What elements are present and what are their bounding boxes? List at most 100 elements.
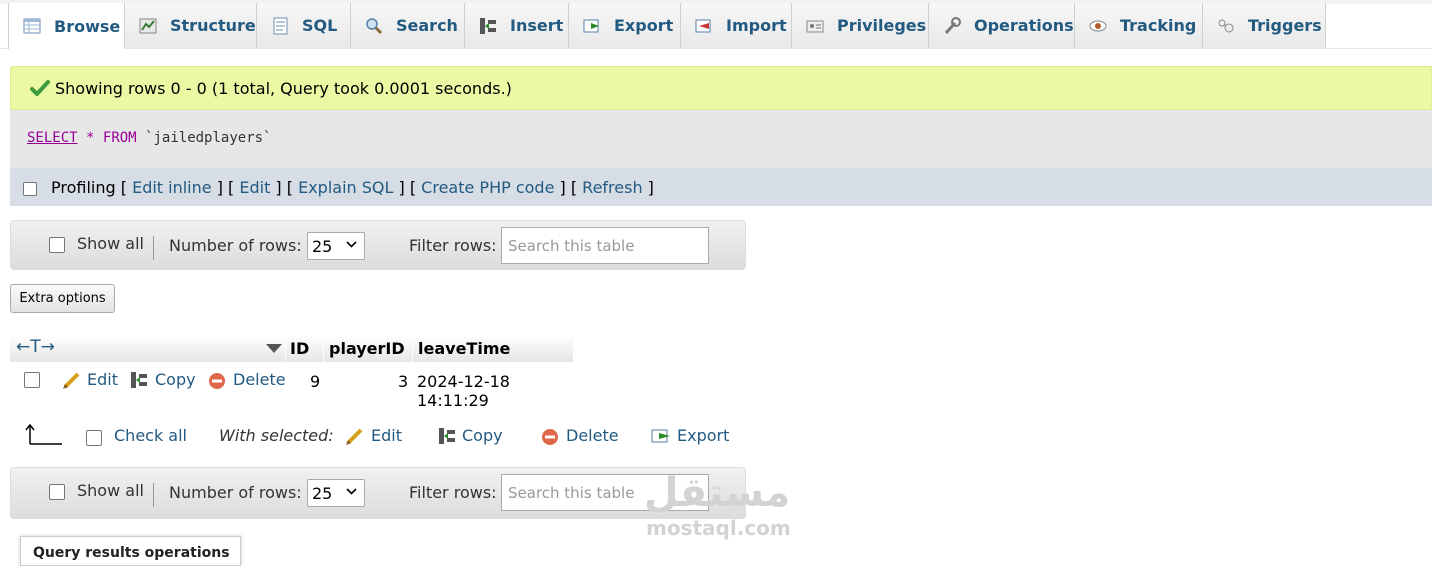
sql-icon: [271, 17, 289, 35]
tab-structure[interactable]: Structure: [125, 3, 257, 48]
profiling-checkbox[interactable]: [23, 182, 37, 196]
watermark-arabic: مستقل: [643, 470, 791, 516]
check-all-checkbox[interactable]: [86, 430, 102, 446]
cell-id: 9: [310, 372, 321, 391]
bulk-copy-button[interactable]: Copy: [438, 426, 503, 445]
watermark-latin: mostaql.com: [646, 516, 791, 540]
bracket: [: [115, 177, 133, 197]
tab-browse[interactable]: Browse: [8, 3, 125, 49]
edit-link[interactable]: Edit: [239, 178, 270, 197]
check-icon: [30, 80, 50, 96]
search-icon: [365, 17, 383, 35]
sql-query-box: SELECT * FROM `jailedplayers`: [10, 110, 1432, 168]
tab-triggers[interactable]: Triggers: [1203, 3, 1326, 48]
wrench-icon: [943, 16, 961, 35]
delete-icon: [209, 372, 225, 389]
tab-export[interactable]: Export: [569, 3, 681, 48]
table-row: Edit Copy Delete 9 3 2024-12-18 14:11:29: [10, 362, 573, 410]
cell-leavetime: 2024-12-18 14:11:29: [417, 372, 510, 410]
create-php-code-link[interactable]: Create PHP code: [421, 178, 554, 197]
refresh-link[interactable]: Refresh: [582, 178, 642, 197]
tab-label: Operations: [974, 16, 1074, 35]
success-text: Showing rows 0 - 0 (1 total, Query took …: [55, 78, 512, 98]
edit-label: Edit: [87, 370, 118, 389]
tab-label: Privileges: [837, 16, 927, 35]
column-header-id[interactable]: ID: [290, 339, 309, 358]
query-results-operations-header[interactable]: Query results operations: [20, 536, 241, 566]
triggers-icon: [1217, 17, 1235, 35]
check-all-label[interactable]: Check all: [114, 426, 187, 445]
sql-keyword-from: FROM: [102, 130, 137, 146]
sql-star: *: [86, 130, 95, 146]
divider: [153, 236, 154, 260]
bracket: ]: [642, 177, 654, 197]
bracket: ] [: [554, 177, 583, 197]
tab-label: Search: [396, 16, 458, 35]
chevron-down-icon: [346, 488, 357, 495]
export-icon: [583, 17, 601, 35]
show-all-label: Show all: [77, 481, 144, 500]
show-all-checkbox[interactable]: [49, 484, 65, 500]
extra-options-button[interactable]: Extra options: [10, 284, 115, 313]
delete-icon: [542, 428, 558, 445]
tab-operations[interactable]: Operations: [929, 3, 1075, 48]
tab-import[interactable]: Import: [681, 3, 792, 48]
bracket: ] [: [211, 177, 240, 197]
bulk-delete-button[interactable]: Delete: [541, 426, 619, 445]
structure-icon: [139, 17, 157, 35]
copy-icon: [131, 371, 147, 388]
export-label: Export: [677, 426, 730, 445]
delete-label: Delete: [566, 426, 619, 445]
number-of-rows-label: Number of rows:: [169, 483, 302, 502]
edit-label: Edit: [371, 426, 402, 445]
row-edit-button[interactable]: Edit: [62, 370, 118, 389]
row-checkbox[interactable]: [24, 372, 40, 388]
sql-keyword-select[interactable]: SELECT: [27, 130, 78, 146]
tab-label: Export: [614, 16, 674, 35]
filter-rows-input[interactable]: [501, 227, 709, 264]
row-copy-button[interactable]: Copy: [130, 370, 196, 389]
column-header-playerid[interactable]: playerID: [329, 339, 405, 358]
cell-playerid: 3: [398, 372, 409, 391]
arrow-up-left-icon: [25, 423, 62, 445]
bracket: ] [: [270, 177, 299, 197]
tab-sql[interactable]: SQL: [257, 3, 351, 48]
column-divider: [323, 335, 324, 362]
query-tools-bar: Profiling [ Edit inline ] [ Edit ] [ Exp…: [10, 168, 1432, 206]
tab-label: Structure: [170, 16, 256, 35]
number-of-rows-select[interactable]: 25: [307, 232, 365, 260]
filter-rows-label: Filter rows:: [409, 483, 497, 502]
chevron-down-icon: [346, 241, 357, 248]
tab-insert[interactable]: Insert: [465, 3, 569, 48]
copy-icon: [439, 427, 455, 444]
tab-label: Tracking: [1120, 16, 1197, 35]
bulk-edit-button[interactable]: Edit: [345, 426, 402, 445]
sort-triangle-icon[interactable]: [266, 344, 282, 353]
tab-label: SQL: [302, 16, 338, 35]
tab-privileges[interactable]: Privileges: [792, 3, 929, 48]
column-header-leavetime[interactable]: leaveTime: [418, 339, 510, 358]
bulk-export-button[interactable]: Export: [651, 426, 729, 445]
number-of-rows-select[interactable]: 25: [307, 479, 365, 507]
show-all-checkbox[interactable]: [49, 237, 65, 253]
bracket: ] [: [393, 177, 422, 197]
copy-label: Copy: [155, 370, 196, 389]
column-divider: [285, 335, 286, 362]
sql-table-name: `jailedplayers`: [145, 130, 272, 146]
sql-query: SELECT * FROM `jailedplayers`: [27, 130, 271, 146]
divider: [153, 483, 154, 507]
insert-icon: [479, 17, 497, 35]
tab-search[interactable]: Search: [351, 3, 465, 48]
tab-bar: Browse Structure SQL Search Insert Expor…: [0, 0, 1432, 49]
explain-sql-link[interactable]: Explain SQL: [298, 178, 393, 197]
edit-inline-link[interactable]: Edit inline: [132, 178, 212, 197]
privileges-icon: [806, 17, 824, 35]
tab-label: Import: [726, 16, 787, 35]
tab-tracking[interactable]: Tracking: [1075, 3, 1203, 48]
number-of-rows-value: 25: [312, 237, 333, 256]
pencil-icon: [63, 372, 80, 389]
row-delete-button[interactable]: Delete: [208, 370, 286, 389]
pencil-icon: [346, 428, 363, 445]
column-arrows-toggle[interactable]: ←T→: [16, 337, 55, 357]
success-message: Showing rows 0 - 0 (1 total, Query took …: [10, 66, 1432, 110]
